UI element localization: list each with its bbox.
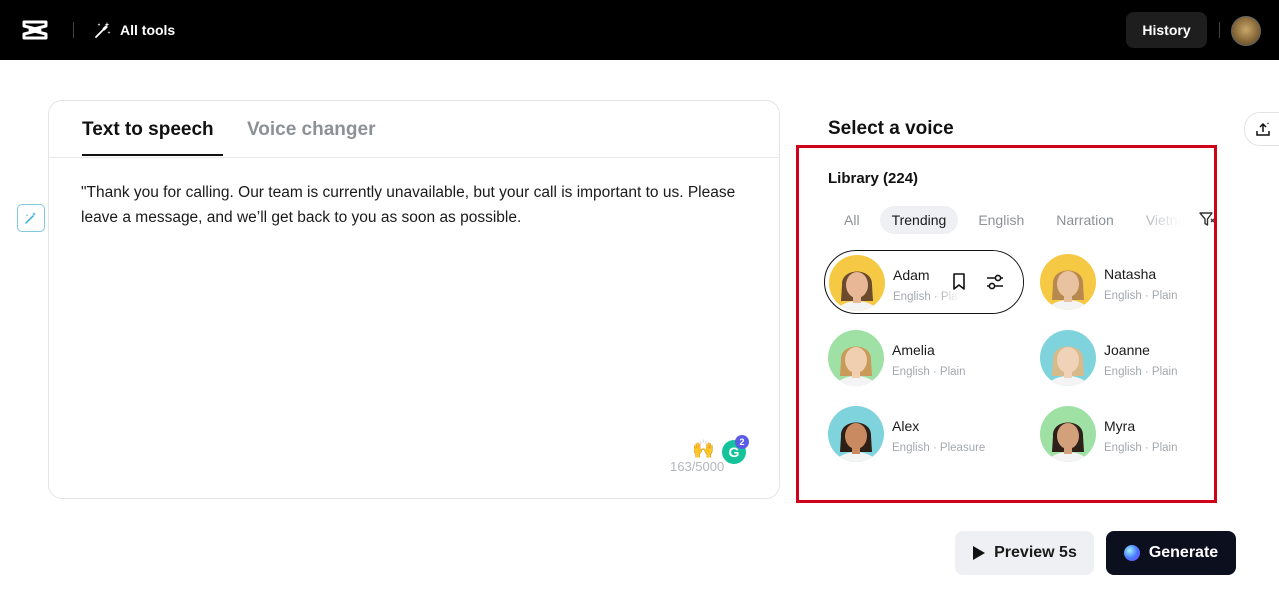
generate-label: Generate — [1148, 544, 1219, 561]
divider — [1219, 22, 1220, 38]
ai-orb-icon — [1123, 545, 1140, 561]
voice-meta: English · Pleasure — [892, 442, 986, 454]
voice-card-joanne[interactable]: Joanne English · Plain — [1040, 328, 1214, 388]
voice-card-amelia[interactable]: Amelia English · Plain — [828, 328, 1024, 388]
voice-name: Alex — [892, 418, 920, 434]
filter-chip-trending[interactable]: Trending — [879, 206, 959, 234]
voice-meta: English · Plain — [1104, 442, 1178, 454]
voice-card-adam[interactable]: Adam English · Plain — [824, 250, 1024, 314]
voice-meta: English · Plain — [892, 366, 966, 378]
play-icon — [973, 546, 986, 560]
magic-pen-icon — [25, 212, 36, 224]
bookmark-icon[interactable] — [951, 273, 967, 291]
chips-fade — [1129, 206, 1199, 234]
list-fade — [799, 468, 1214, 500]
voice-card-alex[interactable]: Alex English · Pleasure — [828, 404, 1024, 464]
filter-chip-narration[interactable]: Narration — [1040, 206, 1130, 234]
ai-edit-icon[interactable] — [17, 204, 45, 232]
preview-button[interactable]: Preview 5s — [955, 531, 1094, 575]
filter-chip-all[interactable]: All — [828, 206, 876, 234]
voice-name: Amelia — [892, 342, 935, 358]
voice-avatar — [1040, 406, 1096, 462]
script-text-input[interactable]: "Thank you for calling. Our team is curr… — [81, 181, 751, 230]
active-tab-indicator — [82, 154, 223, 156]
voice-avatar — [828, 406, 884, 462]
filter-icon[interactable] — [1198, 210, 1214, 228]
mode-tabs: Text to speech Voice changer — [49, 101, 779, 158]
select-voice-title: Select a voice — [828, 118, 954, 139]
voice-meta: English · Plain — [1104, 290, 1178, 302]
voice-name: Joanne — [1104, 342, 1150, 358]
voice-avatar — [828, 330, 884, 386]
voice-avatar — [829, 255, 885, 311]
text-editor-card: Text to speech Voice changer "Thank you … — [48, 100, 780, 499]
upload-sparkle-icon — [1256, 122, 1270, 136]
library-count: Library (224) — [828, 170, 919, 187]
divider — [73, 22, 74, 38]
user-avatar[interactable] — [1231, 16, 1261, 46]
top-bar: All tools History — [0, 0, 1279, 60]
raised-hands-icon: 🙌 — [692, 439, 715, 459]
grammarly-badge: 2 — [735, 435, 749, 449]
voice-card-myra[interactable]: Myra English · Plain — [1040, 404, 1214, 464]
voice-avatar — [1040, 254, 1096, 310]
history-button[interactable]: History — [1126, 12, 1207, 48]
filter-chip-english[interactable]: English — [962, 206, 1040, 234]
all-tools-button[interactable]: All tools — [94, 18, 175, 42]
voice-hover-actions — [939, 251, 1023, 313]
preview-label: Preview 5s — [994, 544, 1077, 561]
capcut-logo-icon[interactable] — [21, 17, 49, 43]
tab-voice-changer[interactable]: Voice changer — [247, 119, 375, 141]
voice-name: Myra — [1104, 418, 1136, 434]
voice-name: Natasha — [1104, 266, 1157, 282]
all-tools-label: All tools — [120, 22, 176, 38]
magic-wand-icon — [95, 22, 111, 38]
voice-library-panel: Library (224) All Trending English Narra… — [799, 148, 1214, 500]
voice-meta: English · Plain — [1104, 366, 1178, 378]
adjust-settings-icon[interactable] — [985, 273, 1005, 291]
voice-name: Adam — [893, 267, 930, 283]
side-panel-toggle[interactable] — [1244, 112, 1279, 146]
voice-card-natasha[interactable]: Natasha English · Plain — [1040, 252, 1214, 312]
generate-button[interactable]: Generate — [1106, 531, 1236, 575]
tab-text-to-speech[interactable]: Text to speech — [82, 119, 214, 141]
voice-avatar — [1040, 330, 1096, 386]
character-counter: 163/5000 — [670, 459, 725, 474]
